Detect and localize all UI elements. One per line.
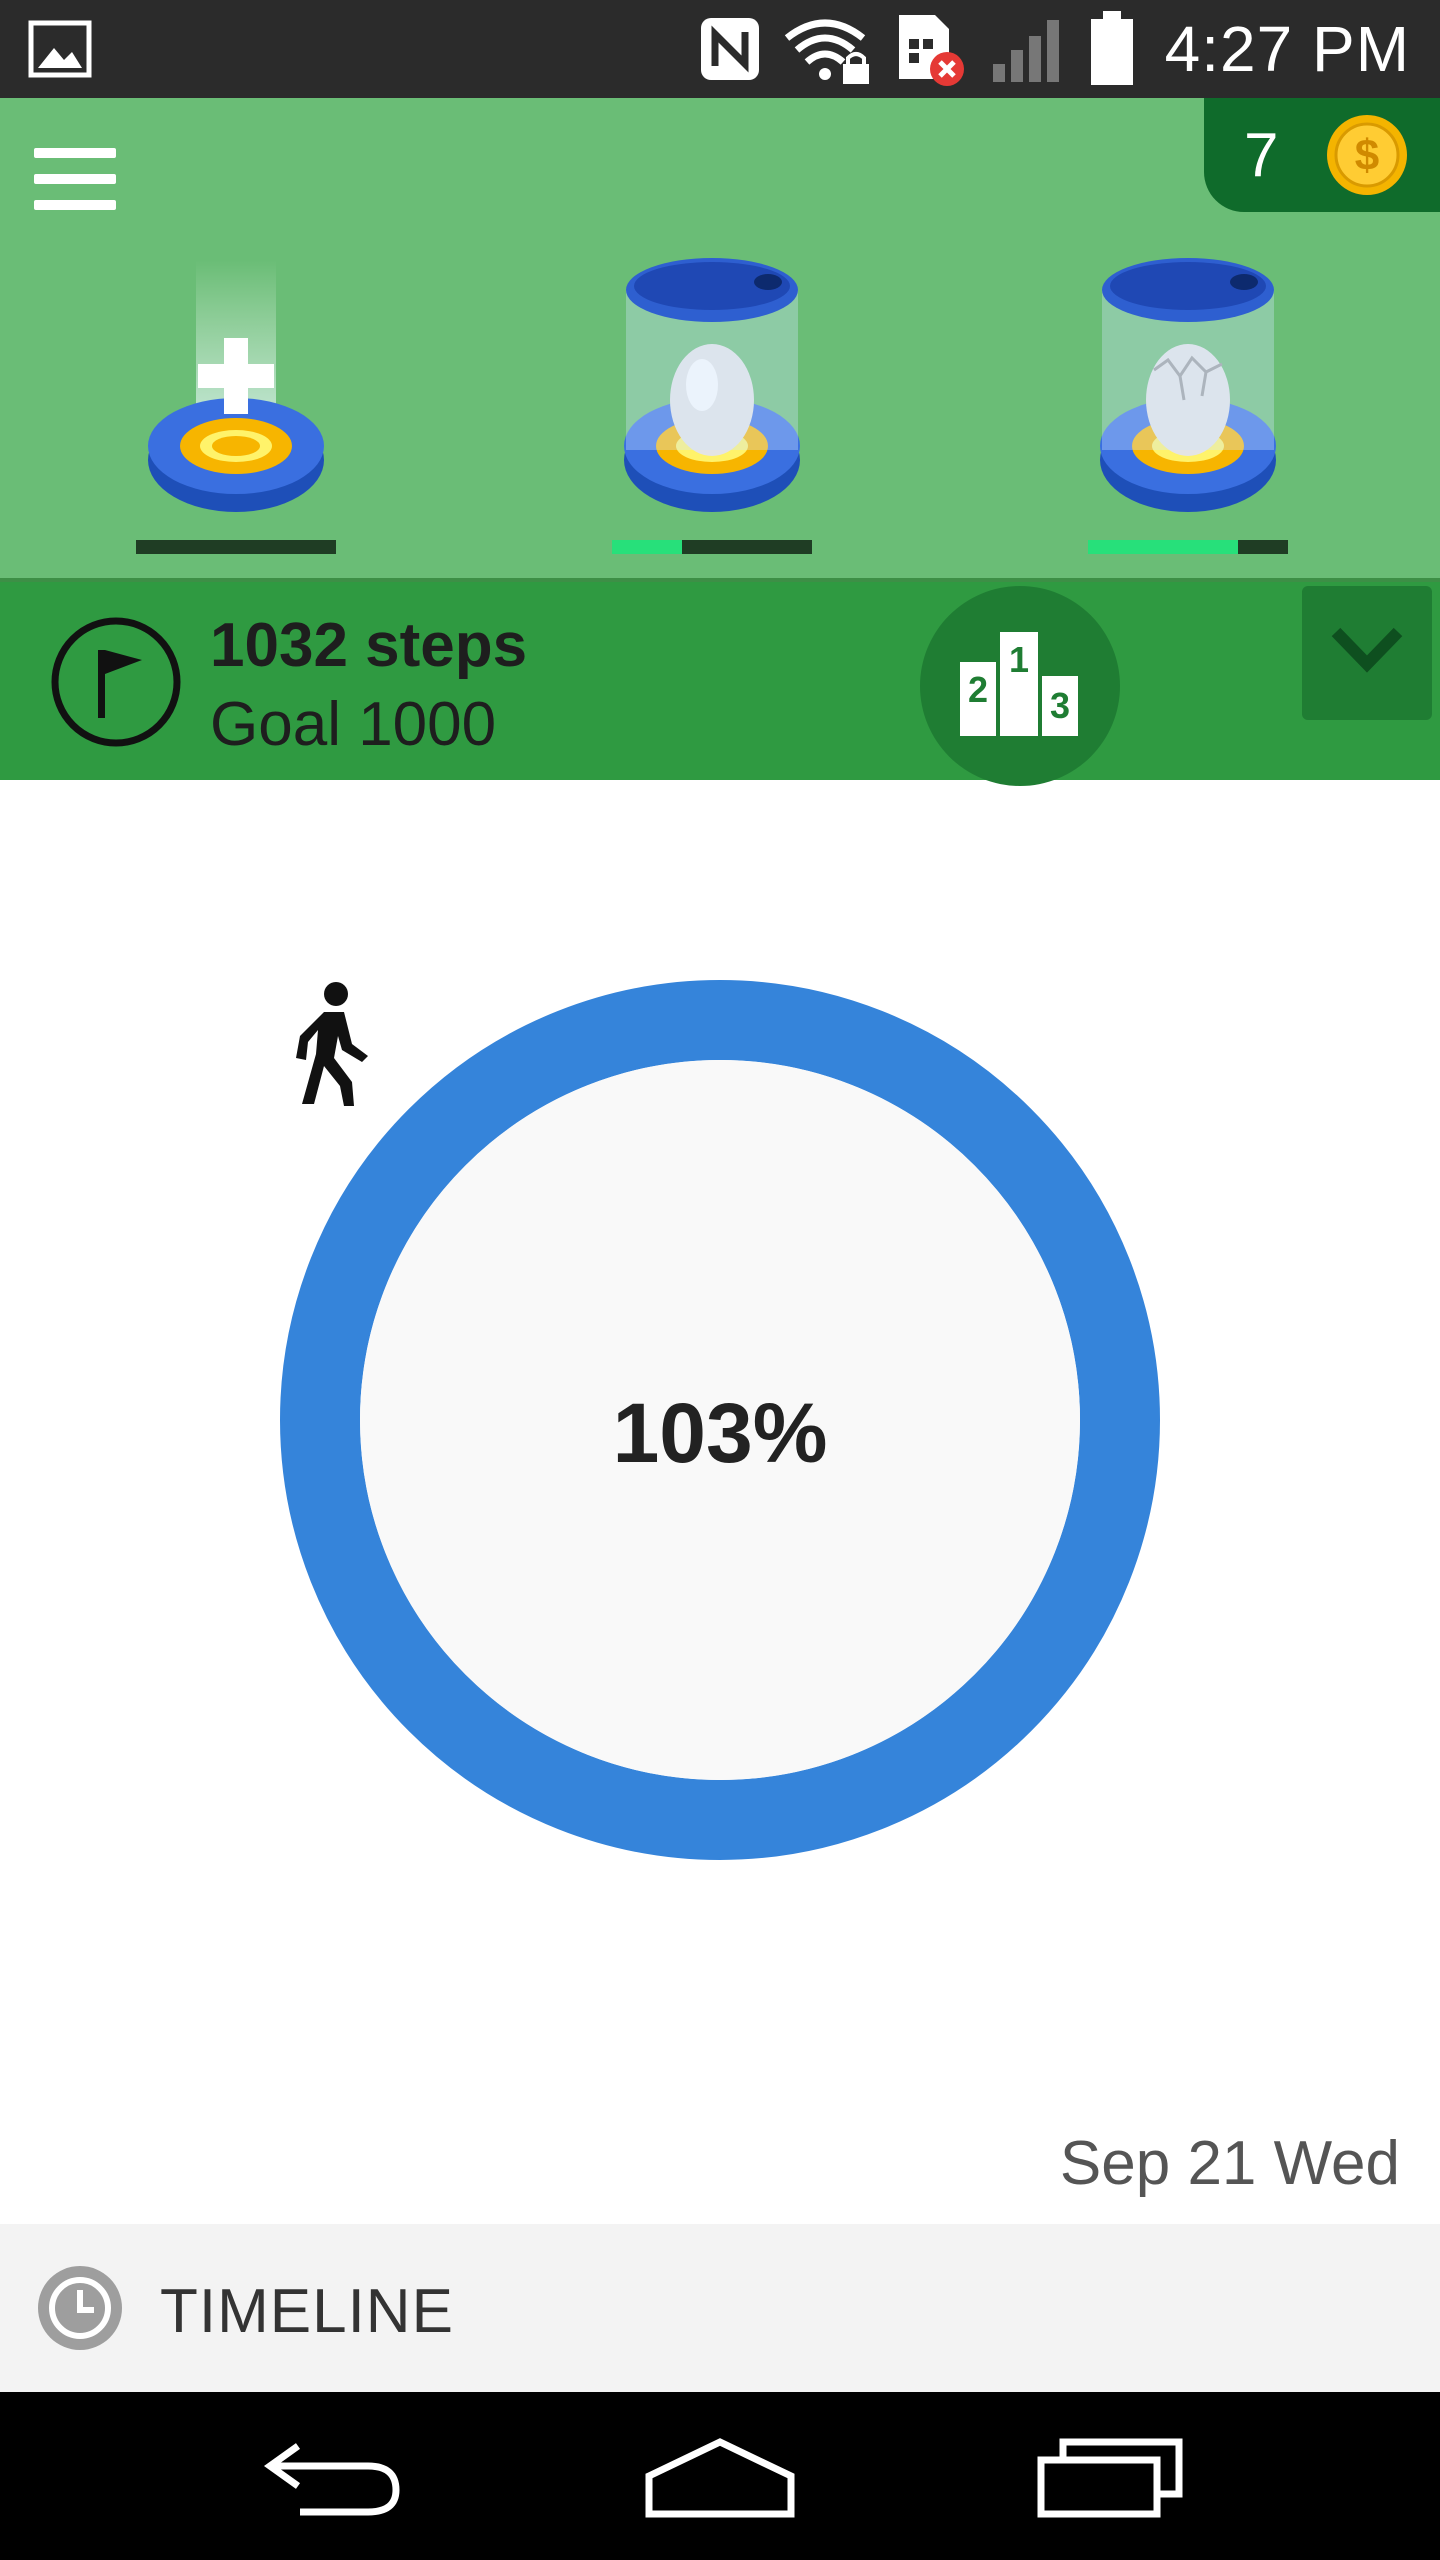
recent-apps-icon[interactable] xyxy=(1035,2432,1185,2522)
menu-button[interactable] xyxy=(34,148,116,210)
gallery-icon xyxy=(28,20,92,78)
walking-person-icon xyxy=(296,982,368,1106)
steps-text: 1032 steps Goal 1000 xyxy=(210,610,527,760)
back-icon[interactable] xyxy=(258,2432,408,2522)
navigation-bar xyxy=(0,2392,1440,2560)
slot-progress-bar xyxy=(136,540,336,554)
hamburger-menu-icon xyxy=(34,148,116,158)
plus-pad-icon xyxy=(148,260,324,512)
coin-balance[interactable]: 7 $ xyxy=(1204,98,1440,212)
steps-count: 1032 steps xyxy=(210,611,528,680)
date-label: Sep 21 Wed xyxy=(1059,2129,1400,2198)
timeline-label: TIMELINE xyxy=(160,2277,454,2346)
home-icon[interactable] xyxy=(645,2432,795,2522)
wifi-lock-icon xyxy=(784,19,869,84)
coin-count: 7 xyxy=(1244,121,1279,190)
svg-text:3: 3 xyxy=(1050,685,1070,726)
status-time: 4:27 PM xyxy=(1164,13,1410,85)
sim-error-icon xyxy=(898,15,964,86)
signal-icon xyxy=(992,20,1059,82)
progress-percent: 103% xyxy=(612,1386,828,1480)
cracked-egg-incubator-icon xyxy=(1100,258,1276,512)
battery-icon xyxy=(1090,11,1133,85)
svg-text:2: 2 xyxy=(968,669,988,710)
svg-text:1: 1 xyxy=(1009,639,1029,680)
add-incubator-slot[interactable] xyxy=(136,250,336,560)
nfc-icon xyxy=(700,18,759,80)
status-icons: 4:27 PM xyxy=(695,0,1410,98)
goal-label: Goal 1000 xyxy=(210,690,497,759)
gold-coin-icon: $ xyxy=(1327,115,1407,195)
goal-flag-icon xyxy=(51,617,181,747)
screen: 4:27 PM 7 $ 1032 steps Goal 1000 2 1 3 1… xyxy=(0,0,1440,2560)
clock-icon xyxy=(38,2266,122,2350)
expand-button[interactable] xyxy=(1302,586,1432,720)
leaderboard-button[interactable]: 2 1 3 xyxy=(920,586,1120,786)
egg-incubator-slot-1[interactable] xyxy=(612,250,812,560)
leaderboard-podium-icon: 2 1 3 xyxy=(960,632,1078,736)
slot-progress-bar xyxy=(612,540,812,554)
slot-progress-bar xyxy=(1088,540,1288,554)
chevron-down-icon xyxy=(1331,627,1403,673)
status-bar: 4:27 PM xyxy=(0,0,1440,98)
egg-incubator-slot-2[interactable] xyxy=(1088,250,1288,560)
steps-summary-bar: 1032 steps Goal 1000 2 1 3 xyxy=(0,578,1440,786)
egg-incubator-icon xyxy=(624,258,800,512)
progress-ring[interactable]: 103% xyxy=(280,980,1160,1860)
svg-text:$: $ xyxy=(1355,131,1379,180)
timeline-bar[interactable]: TIMELINE xyxy=(0,2224,1440,2392)
